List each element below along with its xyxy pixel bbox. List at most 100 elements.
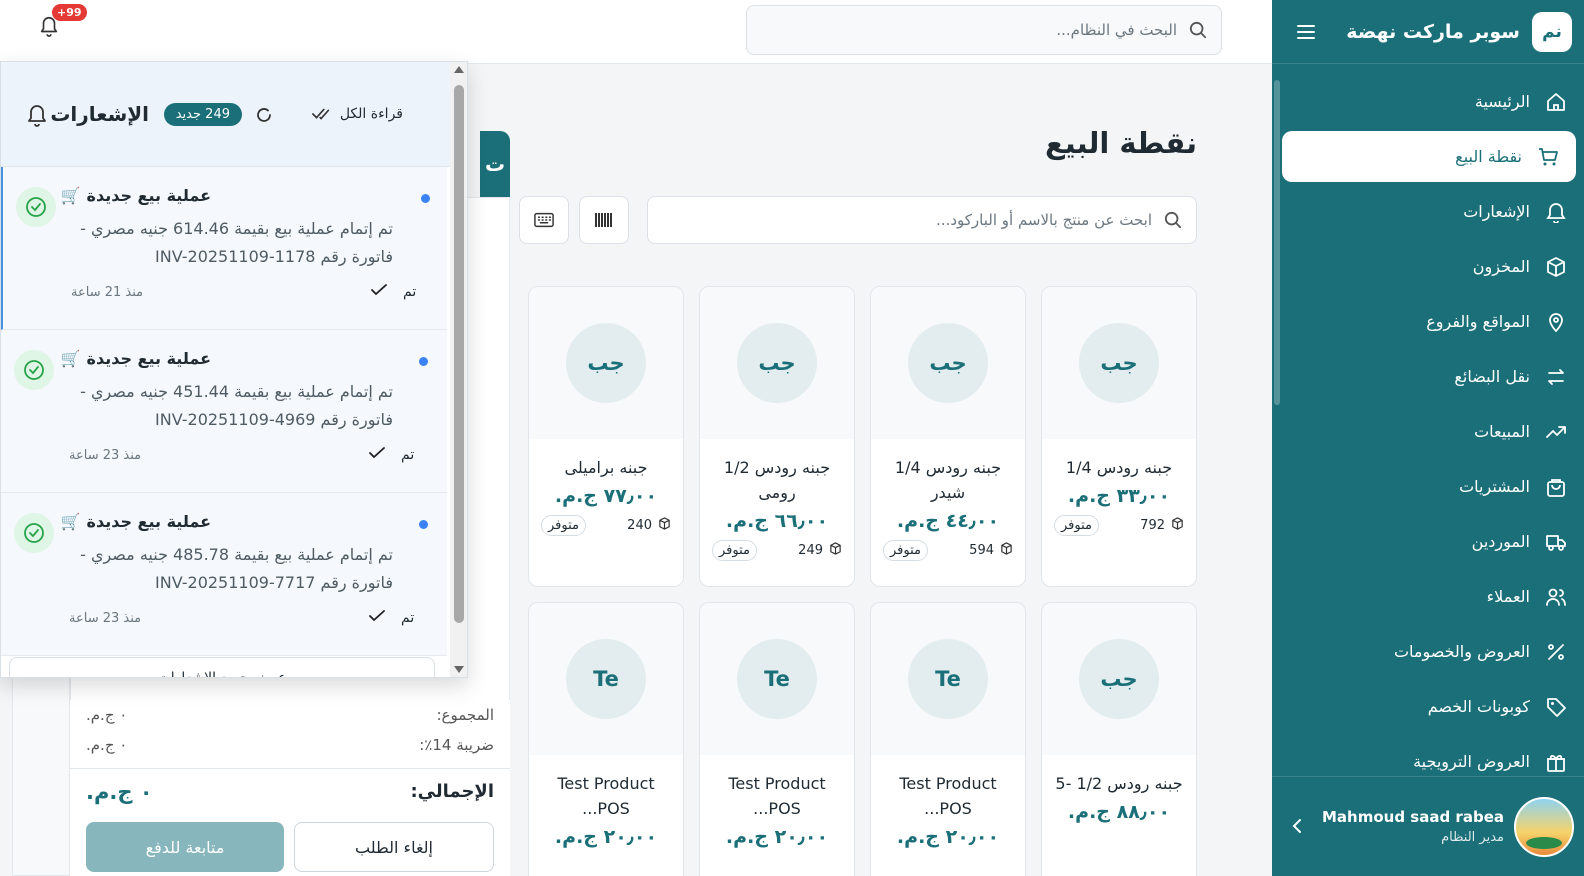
product-card[interactable]: Te Test Product POS... ٢٠٫٠٠ ج.م. [528,602,684,876]
sidebar-item-6[interactable]: المبيعات [1282,404,1584,459]
keyboard-button[interactable] [519,196,569,244]
sidebar-item-2[interactable]: الإشعارات [1282,184,1584,239]
notification-item[interactable]: عملية بيع جديدة 🛒 تم إتمام عملية بيع بقيم… [1,330,447,493]
tax-value: ٠ ج.م. [86,736,128,754]
notification-status: تم [369,447,414,463]
keyboard-icon [534,212,554,228]
product-initials: Te [566,639,646,719]
cart-emoji-icon: 🛒 [60,186,81,205]
availability-badge: متوفر [883,540,928,561]
product-image: جب [1042,603,1196,755]
page-title: نقطة البيع [1044,126,1197,160]
product-image: جب [871,287,1025,439]
product-initials: Te [737,639,817,719]
notifications-scrollbar[interactable] [450,62,467,677]
tax-row: ضريبة 14٪: ٠ ج.م. [70,730,510,760]
sidebar-scrollbar[interactable] [1274,80,1280,405]
product-name: Test Product POS... [728,774,826,818]
box-icon [1544,255,1568,279]
view-all-notifications-button[interactable]: عرض جميع الإشعارات [9,657,435,677]
availability-badge: متوفر [712,540,757,561]
sidebar-item-10[interactable]: العروض والخصومات [1282,624,1584,679]
product-initials: جب [908,323,988,403]
product-price: ٢٠٫٠٠ ج.م. [725,826,829,848]
product-search-input[interactable]: ابحث عن منتج بالاسم أو الباركود... [647,196,1197,244]
product-name: جبنه رودس 1/2 رومى [723,458,831,502]
scroll-down-icon[interactable] [454,666,464,673]
notification-item[interactable]: عملية بيع جديدة 🛒 تم إتمام عملية بيع بقيم… [1,167,447,330]
check-circle-icon [14,350,54,390]
sidebar-item-label: نقل البضائع [1454,367,1530,386]
stock-count: 240 [627,517,671,534]
product-card[interactable]: جب جبنه رودس 1/4 شيدر ٤٤٫٠٠ ج.م. 594 متو… [870,286,1026,587]
sidebar-item-8[interactable]: الموردين [1282,514,1584,569]
product-initials: جب [1079,323,1159,403]
availability-badge: متوفر [541,515,586,536]
sidebar-item-3[interactable]: المخزون [1282,239,1584,294]
trend-up-icon [1544,420,1568,444]
sidebar-item-9[interactable]: العملاء [1282,569,1584,624]
notification-time: منذ 23 ساعة [69,611,142,626]
transfer-icon [1544,365,1568,389]
product-image: جب [529,287,683,439]
user-name: Mahmoud saad rabea [1322,808,1504,826]
product-image: جب [700,287,854,439]
avatar [1514,796,1574,857]
bell-icon [1544,200,1568,224]
box-icon [1000,542,1013,559]
notifications-header: الإشعارات 249 جديد قراءة الكل [1,62,467,167]
scroll-thumb[interactable] [454,85,464,623]
user-panel[interactable]: Mahmoud saad rabea مدير النظام [1272,776,1584,876]
sidebar-item-7[interactable]: المشتريات [1282,459,1584,514]
mark-all-read-button[interactable]: قراءة الكل [311,106,403,122]
global-search-placeholder: البحث في النظام... [1056,21,1177,39]
product-card[interactable]: Te Test Product POS... ٢٠٫٠٠ ج.م. [699,602,855,876]
barcode-button[interactable] [579,196,629,244]
check-icon [369,447,385,463]
total-row: الإجمالي: ٠ ج.م. [70,768,510,814]
notification-item[interactable]: عملية بيع جديدة 🛒 تم إتمام عملية بيع بقيم… [1,493,447,656]
product-card[interactable]: Te Test Product POS... ٢٠٫٠٠ ج.م. [870,602,1026,876]
cart-header[interactable]: ت [480,131,510,197]
product-name: Test Product POS... [557,774,655,818]
stock-count: 792 [1140,517,1184,534]
sidebar-item-4[interactable]: المواقع والفروع [1282,294,1584,349]
sidebar-item-1[interactable]: نقطة البيع [1282,131,1576,182]
box-icon [1171,517,1184,534]
notification-status: تم [369,610,414,626]
check-circle-icon [16,187,56,227]
sidebar-item-label: العملاء [1486,587,1530,606]
sidebar-item-11[interactable]: كوبونات الخصم [1282,679,1584,734]
cancel-order-button[interactable]: إلغاء الطلب [294,822,494,872]
bag-icon [1544,475,1568,499]
sidebar-item-label: المواقع والفروع [1426,312,1530,331]
product-card[interactable]: جب جبنه رودس 1/2 رومى ٦٦٫٠٠ ج.م. 249 متو… [699,286,855,587]
product-card[interactable]: جب جبنه رودس 1/2 -5 ٨٨٫٠٠ ج.م. [1041,602,1197,876]
notification-message: تم إتمام عملية بيع بقيمة 614.46 جنيه مصر… [80,219,393,266]
sidebar-item-5[interactable]: نقل البضائع [1282,349,1584,404]
product-card[interactable]: جب جبنه رودس 1/4 ٣٣٫٠٠ ج.م. 792 متوفر [1041,286,1197,587]
global-search-input[interactable]: البحث في النظام... [746,5,1222,55]
checkout-button[interactable]: متابعة للدفع [86,822,284,872]
notification-message: تم إتمام عملية بيع بقيمة 485.78 جنيه مصر… [80,545,393,592]
sidebar-item-label: المبيعات [1474,422,1530,441]
notifications-button[interactable]: +99 [36,4,87,42]
new-count-badge: 249 جديد [163,103,242,126]
product-card[interactable]: جب جبنه براميلى ٧٧٫٠٠ ج.م. 240 متوفر [528,286,684,587]
gift-icon [1544,750,1568,774]
sidebar-item-label: الإشعارات [1463,202,1530,221]
sidebar-nav: الرئيسية نقطة البيع الإشعارات المخزون ال… [1282,74,1584,789]
menu-icon[interactable] [1288,20,1324,44]
product-initials: جب [1079,639,1159,719]
product-initials: جب [737,323,817,403]
search-icon [1164,211,1182,229]
tag-icon [1544,695,1568,719]
product-price: ٤٤٫٠٠ ج.م. [896,510,1000,532]
scroll-up-icon[interactable] [454,66,464,73]
product-name: جبنه براميلى [564,458,648,477]
chevron-left-icon[interactable] [1292,815,1302,839]
refresh-icon[interactable] [254,105,274,125]
double-check-icon [311,108,330,120]
product-price: ٦٦٫٠٠ ج.م. [725,510,829,532]
sidebar-item-0[interactable]: الرئيسية [1282,74,1584,129]
